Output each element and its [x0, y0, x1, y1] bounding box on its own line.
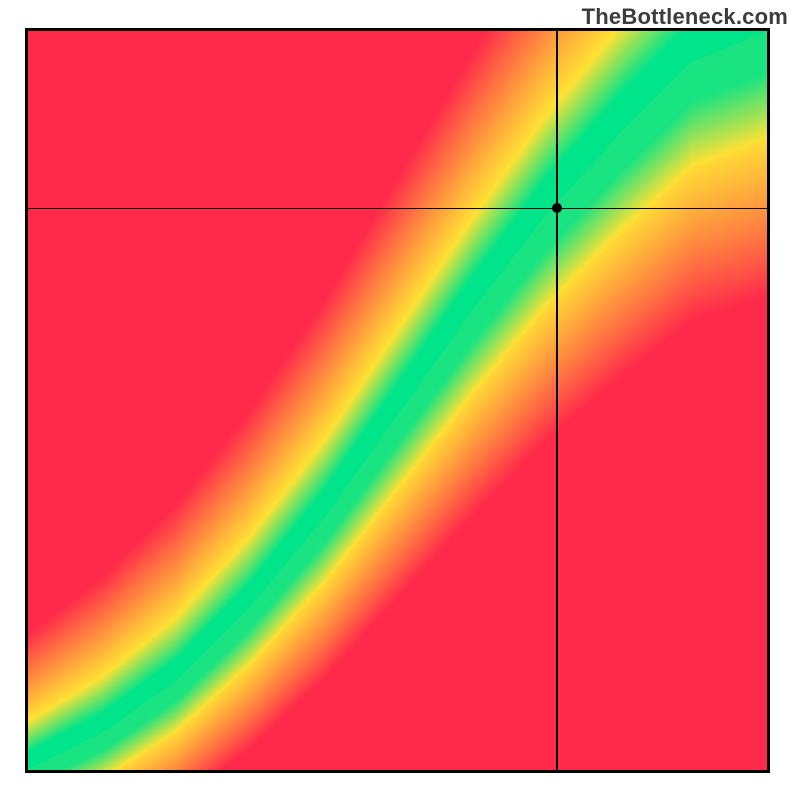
plot-frame: [25, 28, 770, 773]
watermark-text: TheBottleneck.com: [582, 4, 788, 30]
marker-dot: [552, 203, 562, 213]
chart-container: TheBottleneck.com: [0, 0, 800, 800]
crosshair-vertical: [556, 31, 558, 770]
crosshair-horizontal: [28, 208, 767, 210]
heatmap-canvas: [28, 31, 767, 770]
